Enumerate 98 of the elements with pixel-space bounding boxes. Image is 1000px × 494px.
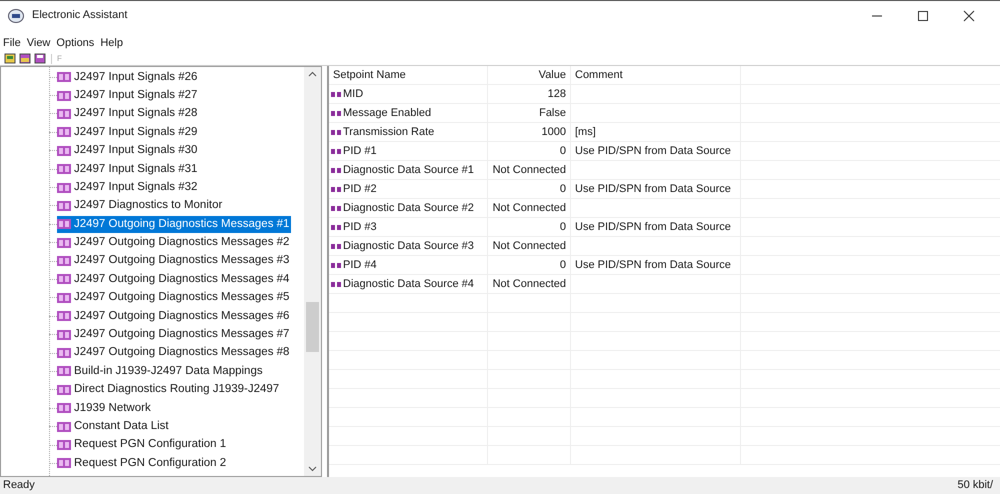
tree-item[interactable]: Request PGN Configuration 1	[57, 436, 228, 454]
setpoint-group-icon	[57, 127, 71, 138]
setpoint-group-icon	[57, 238, 71, 248]
setpoint-icon	[331, 166, 342, 174]
table-cell-text: Diagnostic Data Source #3	[343, 238, 474, 254]
tree-item[interactable]: J2497 Input Signals #29	[57, 124, 200, 141]
table-cell-text: [ms]	[575, 124, 596, 140]
tree-item[interactable]: J2497 Outgoing Diagnostics Messages #8	[57, 344, 292, 362]
tree-item[interactable]: J2497 Input Signals #31	[57, 160, 200, 178]
table-cell-text: 0	[560, 220, 566, 235]
setpoint-group-icon	[57, 200, 71, 211]
setpoint-group-icon	[57, 440, 71, 450]
table-cell-text: Transmission Rate	[343, 124, 434, 140]
tree-item[interactable]: J2497 Outgoing Diagnostics Messages #5	[57, 289, 292, 306]
tree-item[interactable]: J2497 Outgoing Diagnostics Messages #4	[57, 270, 292, 288]
setpoint-icon	[331, 128, 342, 136]
tree-item[interactable]: J2497 Input Signals #32	[57, 178, 200, 196]
table-cell-text: PID #4	[343, 258, 377, 273]
tree-item[interactable]: J2497 Outgoing Diagnostics Messages #1	[57, 216, 292, 233]
tree-item[interactable]: J2497 Input Signals #28	[57, 105, 200, 123]
table-cell-text: Use PID/SPN from Data Source	[575, 144, 731, 159]
setpoint-icon	[331, 280, 342, 288]
tree-item[interactable]: J2497 Outgoing Diagnostics Messages #3	[57, 252, 292, 270]
setpoint-group-icon	[57, 164, 71, 174]
setpoint-group-icon	[57, 330, 71, 340]
setpoint-group-icon	[57, 219, 71, 230]
setpoint-group-icon	[57, 146, 71, 156]
app-logo-icon	[8, 8, 24, 22]
menu-item[interactable]: Help	[100, 34, 123, 52]
table-cell-text: PID #3	[343, 220, 377, 235]
setpoint-icon	[331, 148, 342, 154]
setpoint-group-icon	[57, 422, 71, 432]
setpoint-group-icon	[57, 182, 71, 193]
table-cell-text: False	[539, 106, 566, 121]
table-cell-text: 0	[560, 182, 566, 197]
tree-item[interactable]: Build-in J1939-J2497 Data Mappings	[57, 362, 265, 380]
tree-item[interactable]: Direct Diagnostics Routing J1939-J2497	[57, 381, 282, 398]
scrollbar-thumb[interactable]	[306, 302, 319, 352]
tree-item[interactable]: Constant Data List	[57, 418, 171, 436]
table-cell-text: Diagnostic Data Source #4	[343, 276, 474, 292]
column-header[interactable]: Value	[488, 66, 571, 84]
save-icon[interactable]	[34, 53, 46, 64]
menu-item[interactable]: Options	[56, 34, 94, 52]
tree-item[interactable]: J2497 Outgoing Diagnostics Messages #6	[57, 308, 292, 325]
tree-item[interactable]: Request PGN Configuration 2	[57, 454, 228, 472]
tree-item[interactable]: J1939 Network	[57, 400, 153, 417]
table-cell-text: Message Enabled	[343, 106, 432, 121]
setpoint-group-icon	[57, 348, 71, 358]
setpoint-group-icon	[57, 292, 71, 303]
setpoint-group-icon	[57, 256, 71, 266]
table-cell-text: 0	[560, 144, 566, 159]
scroll-down-icon[interactable]	[308, 466, 317, 472]
table-cell-text: Not Connected	[492, 276, 566, 292]
setpoint-icon	[331, 224, 342, 230]
table-cell-text: Use PID/SPN from Data Source	[575, 220, 731, 235]
setpoint-group-icon	[57, 403, 71, 414]
table-cell-text: Use PID/SPN from Data Source	[575, 182, 731, 197]
setpoint-icon	[331, 242, 342, 250]
table-cell-text: Not Connected	[492, 162, 566, 178]
setpoint-icon	[331, 204, 342, 212]
table-cell-text: Use PID/SPN from Data Source	[575, 258, 731, 273]
table-cell-text: Not Connected	[492, 238, 566, 254]
scrollbar[interactable]	[304, 67, 321, 476]
tree-item[interactable]: J2497 Outgoing Diagnostics Messages #7	[57, 326, 292, 344]
table-cell-text: Diagnostic Data Source #2	[343, 200, 474, 216]
tree-item[interactable]: J2497 Diagnostics to Monitor	[57, 197, 224, 215]
tree-item[interactable]: J2497 Input Signals #27	[57, 86, 200, 104]
tree-item[interactable]: J2497 Input Signals #26	[57, 68, 200, 86]
column-header[interactable]: Setpoint Name	[329, 66, 488, 84]
setpoint-icon	[331, 90, 342, 98]
table-cell-text: 128	[548, 86, 566, 102]
setpoint-group-icon	[57, 311, 71, 322]
bitrate-text: 50 kbit/	[958, 478, 994, 494]
setpoint-icon	[331, 262, 342, 268]
setpoint-group-icon	[57, 108, 71, 119]
table-cell-text: Diagnostic Data Source #1	[343, 162, 474, 178]
window-title: Electronic Assistant	[32, 8, 128, 24]
status-text: Ready	[3, 478, 35, 494]
table-cell-text: Not Connected	[492, 200, 566, 216]
setpoint-group-icon	[57, 384, 71, 395]
setpoint-group-icon	[57, 458, 71, 468]
setpoint-icon	[331, 110, 342, 116]
column-header[interactable]: Comment	[571, 66, 741, 84]
setpoint-group-icon	[57, 366, 71, 376]
setpoint-group-icon	[57, 274, 71, 284]
tree-item[interactable]: J2497 Input Signals #30	[57, 142, 200, 160]
setpoint-icon	[331, 186, 342, 192]
menu-item[interactable]: View	[26, 34, 50, 52]
setpoint-group-icon	[57, 90, 71, 101]
table-cell-text: PID #1	[343, 144, 377, 159]
setpoint-group-icon	[57, 72, 71, 82]
scroll-up-icon[interactable]	[308, 71, 317, 77]
tree-item[interactable]: J2497 Outgoing Diagnostics Messages #2	[57, 234, 292, 252]
table-cell-text: MID	[343, 86, 364, 102]
table-cell-text: 0	[560, 258, 566, 273]
menu-item[interactable]: File	[3, 34, 21, 52]
table-cell-text: PID #2	[343, 182, 377, 197]
table-cell-text: 1000	[542, 124, 566, 140]
